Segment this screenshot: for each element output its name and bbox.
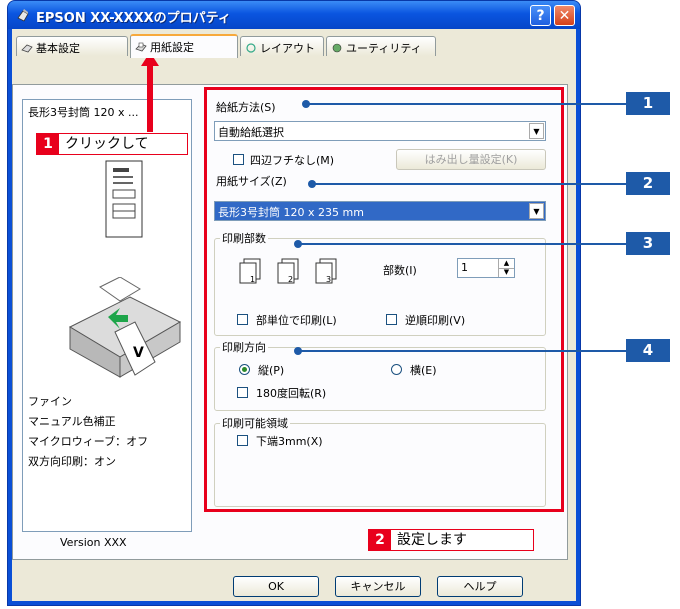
ok-button[interactable]: OK xyxy=(233,576,319,597)
paper-settings-icon xyxy=(135,42,147,52)
printer-icon xyxy=(17,9,29,22)
annotation-set: 2 設定します xyxy=(368,529,534,551)
annotation-click-text: クリックして xyxy=(65,136,149,152)
svg-text:V: V xyxy=(133,345,144,361)
tab-paper-settings[interactable]: 用紙設定 xyxy=(130,34,238,58)
tab-layout[interactable]: レイアウト xyxy=(240,36,324,56)
tab-label: 基本設定 xyxy=(36,42,80,55)
callout-1: 1 xyxy=(626,92,670,115)
tab-utility[interactable]: ユーティリティ xyxy=(326,36,436,56)
layout-icon xyxy=(246,43,256,53)
envelope-icon xyxy=(105,160,143,238)
callout-2: 2 xyxy=(626,172,670,195)
cancel-button[interactable]: キャンセル xyxy=(335,576,421,597)
callout-line-3 xyxy=(298,243,626,245)
status-line-quality: ファイン xyxy=(28,395,72,408)
highlight-frame xyxy=(204,87,564,512)
title-help-button[interactable]: ? xyxy=(530,5,551,26)
title-bar[interactable]: EPSON XX-XXXXのプロパティ ? ✕ xyxy=(8,1,580,29)
callout-line-4 xyxy=(298,350,626,352)
printer-illustration-icon: V xyxy=(68,277,182,378)
title-close-button[interactable]: ✕ xyxy=(554,5,575,26)
tab-label: 用紙設定 xyxy=(150,41,194,54)
basic-settings-icon xyxy=(21,44,33,53)
help-button[interactable]: ヘルプ xyxy=(437,576,523,597)
window-title: EPSON XX-XXXXのプロパティ xyxy=(36,11,231,26)
status-line-color: マニュアル色補正 xyxy=(28,415,116,428)
tab-label: ユーティリティ xyxy=(346,42,422,55)
utility-icon xyxy=(332,43,342,53)
arrow-up-icon xyxy=(141,52,159,132)
annotation-click-number: 1 xyxy=(37,134,59,154)
callout-line-2 xyxy=(312,183,626,185)
tab-label: レイアウト xyxy=(260,42,315,55)
paper-preview-label: 長形3号封筒 120 x ... xyxy=(28,106,139,119)
annotation-set-text: 設定します xyxy=(397,532,467,548)
tab-basic-settings[interactable]: 基本設定 xyxy=(16,36,128,56)
annotation-set-number: 2 xyxy=(369,530,391,550)
callout-3: 3 xyxy=(626,232,670,255)
callout-4: 4 xyxy=(626,339,670,362)
status-line-microweave: マイクロウィーブ：オフ xyxy=(28,435,149,448)
annotation-click: 1 クリックして xyxy=(36,133,188,155)
version-label: Version XXX xyxy=(60,536,127,549)
callout-line-1 xyxy=(306,103,626,105)
status-line-bidirectional: 双方向印刷：オン xyxy=(28,455,116,468)
